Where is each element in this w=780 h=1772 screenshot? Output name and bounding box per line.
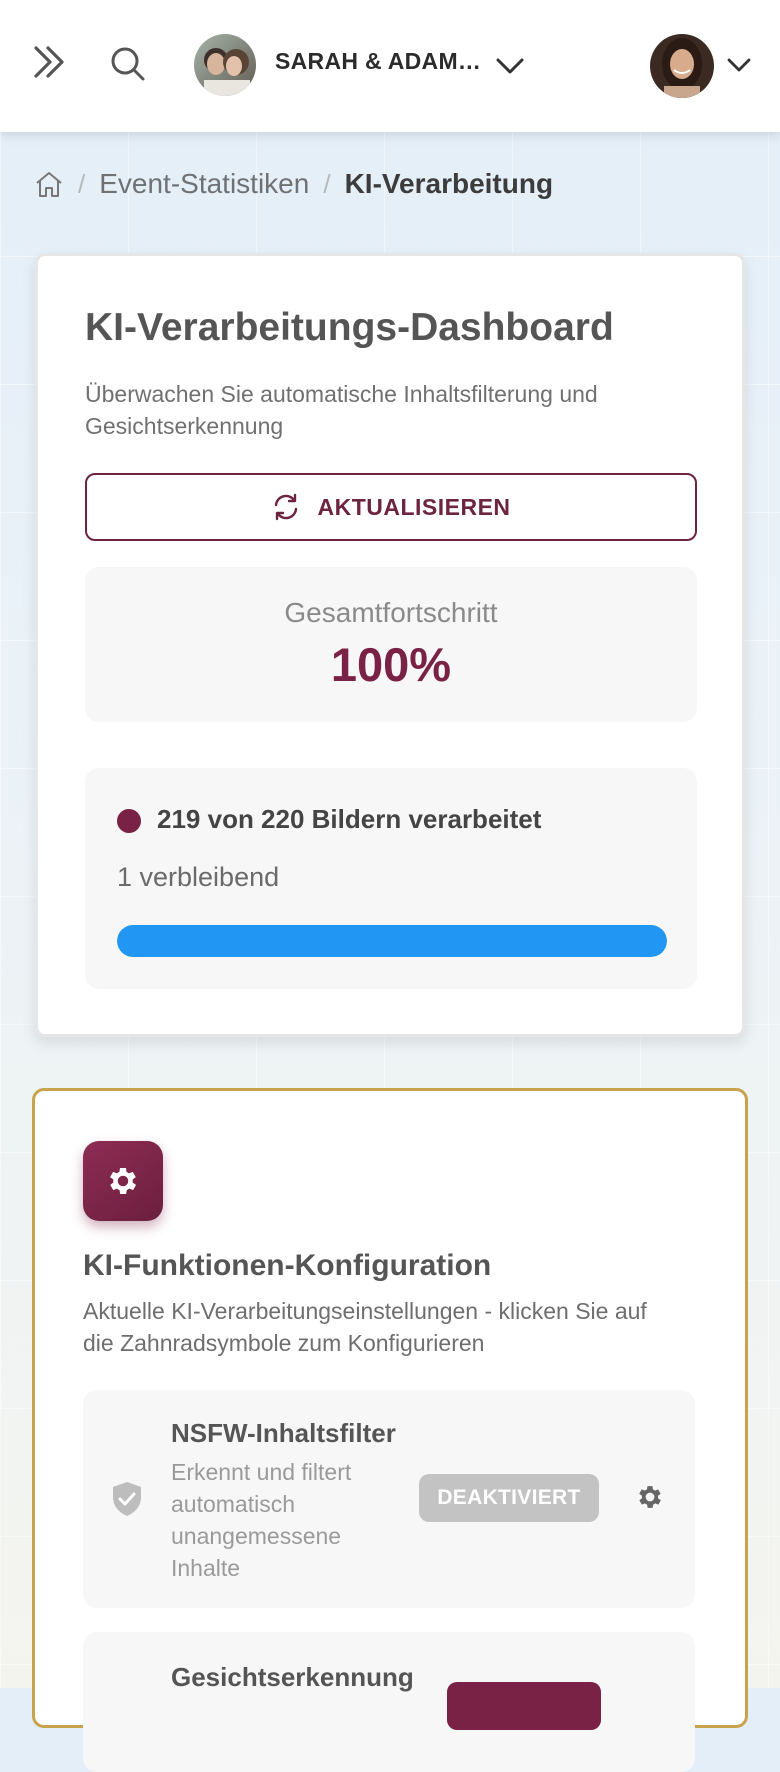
progress-bar-fill — [117, 925, 667, 957]
home-icon[interactable] — [34, 169, 64, 199]
breadcrumb-separator: / — [78, 168, 86, 199]
user-avatar[interactable] — [650, 34, 714, 98]
feature-row-nsfw: NSFW-Inhaltsfilter Erkennt und filtert a… — [83, 1390, 695, 1608]
status-indicator-dot — [117, 809, 141, 833]
event-dropdown-chevron-icon[interactable] — [492, 48, 528, 84]
event-couple-avatar[interactable] — [194, 34, 256, 96]
refresh-icon — [271, 492, 301, 522]
feature-description: Erkennt und filtert automatisch unangeme… — [171, 1459, 352, 1581]
overall-progress-panel: Gesamtfortschritt 100% — [85, 567, 697, 722]
feature-status-badge-active — [447, 1682, 601, 1730]
expand-sidebar-icon[interactable] — [28, 40, 72, 84]
processing-status-panel: 219 von 220 Bildern verarbeitet 1 verble… — [85, 768, 697, 989]
dashboard-description: Überwachen Sie automatische Inhaltsfilte… — [85, 381, 598, 439]
breadcrumb: / Event-Statistiken / KI-Verarbeitung — [34, 162, 553, 206]
breadcrumb-event-statistics[interactable]: Event-Statistiken — [99, 168, 309, 200]
user-menu-chevron-icon[interactable] — [724, 50, 754, 80]
remaining-count-text: 1 verbleibend — [117, 862, 280, 892]
refresh-button-label: AKTUALISIEREN — [317, 493, 511, 520]
processed-count-text: 219 von 220 Bildern verarbeitet — [157, 804, 542, 834]
settings-gear-icon[interactable] — [635, 1482, 665, 1512]
refresh-button[interactable]: AKTUALISIEREN — [85, 473, 697, 541]
progress-bar-track — [117, 925, 667, 957]
config-title: KI-Funktionen-Konfiguration — [83, 1249, 492, 1282]
config-description: Aktuelle KI-Verarbeitungseinstellungen -… — [83, 1298, 647, 1356]
feature-title: Gesichtserkennung — [171, 1662, 414, 1692]
search-icon[interactable] — [106, 42, 150, 86]
feature-title: NSFW-Inhaltsfilter — [171, 1418, 396, 1448]
overall-progress-value: 100% — [330, 638, 452, 691]
top-navigation-bar: SARAH & ADAM… — [0, 0, 780, 132]
event-name[interactable]: SARAH & ADAM… — [275, 48, 481, 75]
breadcrumb-separator: / — [323, 168, 331, 199]
feature-status-badge: DEAKTIVIERT — [419, 1474, 599, 1522]
feature-row-face-recognition: Gesichtserkennung — [83, 1632, 695, 1772]
shield-check-icon — [109, 1480, 145, 1518]
gear-icon — [105, 1163, 141, 1199]
ai-config-card: KI-Funktionen-Konfiguration Aktuelle KI-… — [32, 1088, 748, 1772]
dashboard-card: KI-Verarbeitungs-Dashboard Überwachen Si… — [35, 253, 745, 1037]
breadcrumb-current-page: KI-Verarbeitung — [344, 168, 554, 199]
overall-progress-label: Gesamtfortschritt — [284, 597, 498, 628]
config-gear-tile — [83, 1141, 163, 1221]
dashboard-title: KI-Verarbeitungs-Dashboard — [85, 306, 614, 349]
